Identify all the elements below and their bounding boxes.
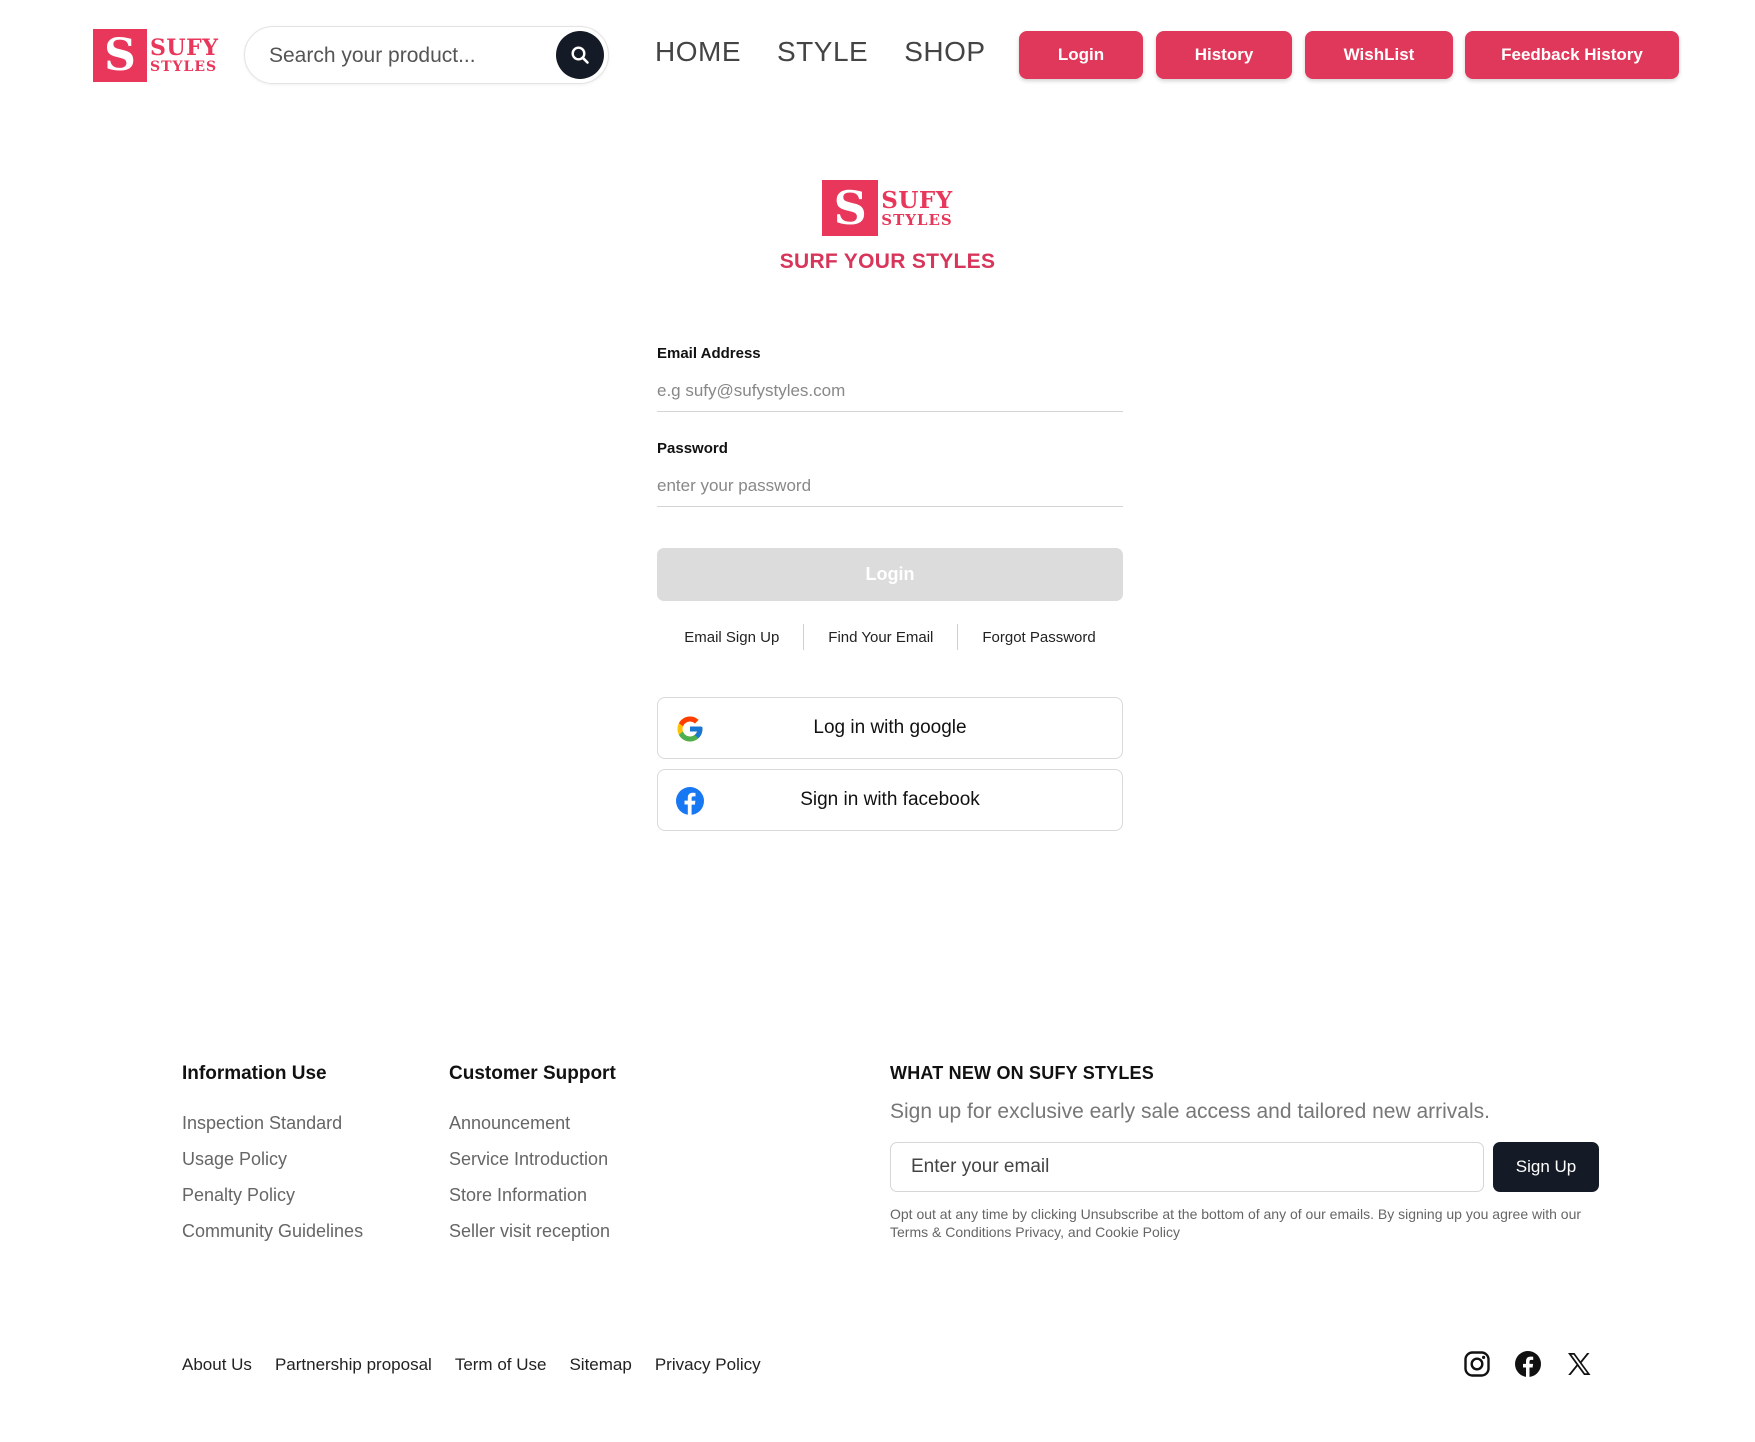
footer-link[interactable]: Store Information [449,1177,616,1213]
footer-col-title: Information Use [182,1063,327,1084]
footer-col-support: Customer Support Announcement Service In… [449,1063,616,1249]
site-header: S SUFY STYLES HOME STYLE SHOP Login Hist… [0,0,1755,110]
google-login-button[interactable]: Log in with google [657,697,1123,759]
search-input[interactable] [269,39,539,73]
footer-col-information: Information Use Inspection Standard Usag… [182,1063,363,1249]
email-signup-link[interactable]: Email Sign Up [660,629,803,646]
password-label: Password [657,440,728,457]
logo-mark: S [93,29,147,82]
footer-link[interactable]: Usage Policy [182,1141,363,1177]
terms-link[interactable]: Term of Use [455,1355,547,1375]
logo-word-2: STYLES [150,59,218,75]
newsletter-section: WHAT NEW ON SUFY STYLES Sign up for excl… [890,1063,1610,1240]
footer-link[interactable]: Service Introduction [449,1141,616,1177]
wishlist-button[interactable]: WishList [1305,31,1453,79]
main-nav: HOME STYLE SHOP [655,36,986,68]
footer-link[interactable]: Seller visit reception [449,1213,616,1249]
password-field[interactable] [657,465,1123,507]
partnership-link[interactable]: Partnership proposal [275,1355,432,1375]
footer-link[interactable]: Inspection Standard [182,1105,363,1141]
about-us-link[interactable]: About Us [182,1355,252,1375]
newsletter-signup-button[interactable]: Sign Up [1493,1142,1599,1192]
sitemap-link[interactable]: Sitemap [569,1355,631,1375]
footer-link[interactable]: Community Guidelines [182,1213,363,1249]
logo-mark: S [822,180,879,236]
logo-word-1: SUFY [881,186,953,214]
x-icon[interactable] [1565,1350,1593,1378]
facebook-icon [676,787,704,815]
email-label: Email Address [657,345,761,362]
search-button[interactable] [556,31,604,79]
google-login-label: Log in with google [813,717,967,738]
forgot-password-link[interactable]: Forgot Password [958,629,1119,646]
auth-links: Email Sign Up Find Your Email Forgot Pas… [657,624,1123,650]
social-links [1463,1350,1616,1378]
brand-logo: S SUFY STYLES [822,180,953,236]
login-header-button[interactable]: Login [1019,31,1143,79]
facebook-login-button[interactable]: Sign in with facebook [657,769,1123,831]
privacy-link[interactable]: Privacy Policy [655,1355,761,1375]
logo-word-1: SUFY [150,35,219,61]
search-icon [571,46,589,64]
nav-style[interactable]: STYLE [777,36,868,68]
newsletter-subtitle: Sign up for exclusive early sale access … [890,1100,1490,1123]
footer-bottom-links: About Us Partnership proposal Term of Us… [182,1355,761,1375]
brand-block: S SUFY STYLES SURF YOUR STYLES [0,180,1755,274]
newsletter-form: Sign Up [890,1142,1600,1192]
header-logo[interactable]: S SUFY STYLES [93,29,218,82]
instagram-icon[interactable] [1463,1350,1491,1378]
feedback-history-button[interactable]: Feedback History [1465,31,1679,79]
find-email-link[interactable]: Find Your Email [804,629,957,646]
footer-col-title: Customer Support [449,1063,616,1084]
search-bar [244,26,609,84]
footer-link[interactable]: Announcement [449,1105,616,1141]
email-field[interactable] [657,370,1123,412]
facebook-login-label: Sign in with facebook [800,789,980,810]
facebook-icon[interactable] [1514,1350,1542,1378]
nav-shop[interactable]: SHOP [904,36,985,68]
footer-link[interactable]: Penalty Policy [182,1177,363,1213]
brand-tagline: SURF YOUR STYLES [779,250,996,273]
nav-home[interactable]: HOME [655,36,741,68]
newsletter-disclaimer: Opt out at any time by clicking Unsubscr… [890,1206,1582,1240]
newsletter-title: WHAT NEW ON SUFY STYLES [890,1063,1154,1083]
logo-word-2: STYLES [881,210,953,229]
newsletter-email-input[interactable] [890,1142,1484,1192]
google-icon [677,716,703,742]
history-button[interactable]: History [1156,31,1292,79]
login-button[interactable]: Login [657,548,1123,601]
